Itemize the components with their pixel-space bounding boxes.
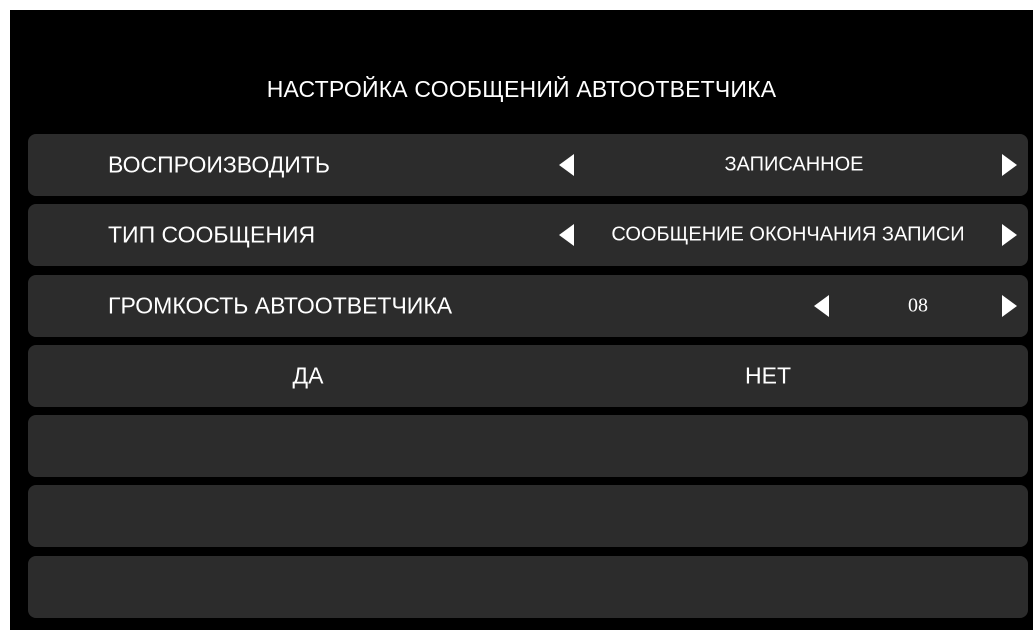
empty-row-3 xyxy=(28,556,1028,618)
empty-row-2 xyxy=(28,485,1028,547)
playback-label: ВОСПРОИЗВОДИТЬ xyxy=(108,151,330,178)
message-type-next-arrow-icon[interactable] xyxy=(1002,224,1017,246)
no-button[interactable]: НЕТ xyxy=(628,363,908,390)
message-type-prev-arrow-icon[interactable] xyxy=(559,224,574,246)
yes-button[interactable]: ДА xyxy=(168,363,448,390)
playback-next-arrow-icon[interactable] xyxy=(1002,154,1017,176)
volume-label: ГРОМКОСТЬ АВТООТВЕТЧИКА xyxy=(108,292,453,319)
volume-prev-arrow-icon[interactable] xyxy=(814,295,829,317)
setting-row-volume[interactable]: ГРОМКОСТЬ АВТООТВЕТЧИКА 08 xyxy=(28,275,1028,337)
answering-machine-settings-screen: НАСТРОЙКА СООБЩЕНИЙ АВТООТВЕТЧИКА ВОСПРО… xyxy=(10,10,1033,630)
message-type-value: СООБЩЕНИЕ ОКОНЧАНИЯ ЗАПИСИ xyxy=(611,223,965,246)
empty-row-1 xyxy=(28,415,1028,477)
playback-value: ЗАПИСАННОЕ xyxy=(724,153,864,176)
confirm-row: ДА НЕТ xyxy=(28,345,1028,407)
volume-next-arrow-icon[interactable] xyxy=(1002,295,1017,317)
setting-row-message-type[interactable]: ТИП СООБЩЕНИЯ СООБЩЕНИЕ ОКОНЧАНИЯ ЗАПИСИ xyxy=(28,204,1028,266)
playback-prev-arrow-icon[interactable] xyxy=(559,154,574,176)
setting-row-playback[interactable]: ВОСПРОИЗВОДИТЬ ЗАПИСАННОЕ xyxy=(28,134,1028,196)
message-type-label: ТИП СООБЩЕНИЯ xyxy=(108,221,316,248)
volume-value: 08 xyxy=(908,294,928,317)
page-title: НАСТРОЙКА СООБЩЕНИЙ АВТООТВЕТЧИКА xyxy=(266,76,777,102)
